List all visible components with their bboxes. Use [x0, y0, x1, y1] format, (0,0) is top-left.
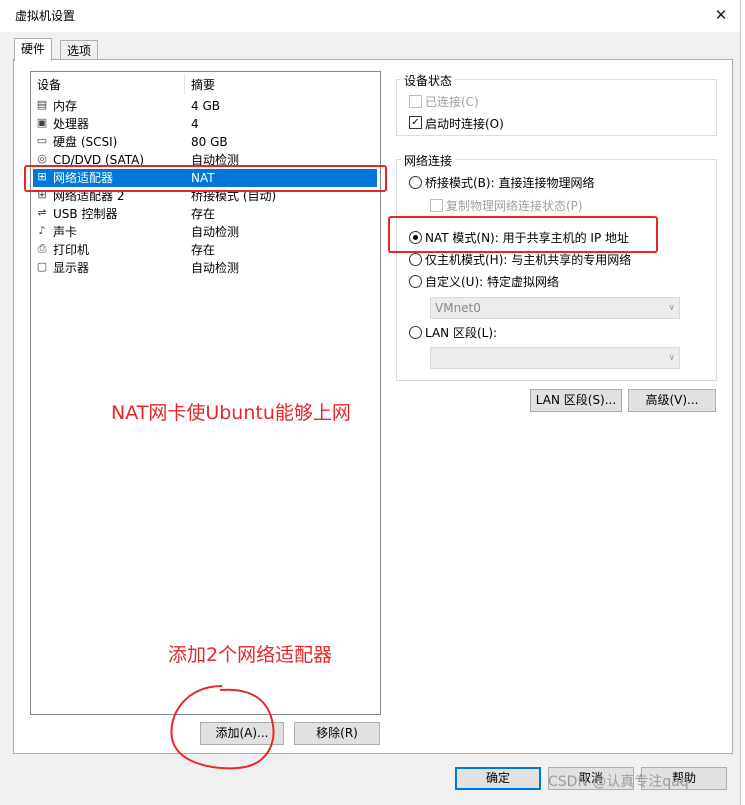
- custom-network-value: VMnet0: [435, 301, 481, 315]
- nat-annotation-text: NAT网卡使Ubuntu能够上网: [111, 402, 351, 424]
- usb-icon: ⇌: [37, 206, 47, 219]
- replicate-state-label: 复制物理网络连接状态(P): [446, 199, 583, 213]
- nat-mode-highlight: [388, 216, 658, 253]
- cdrom-icon: ◎: [37, 152, 47, 165]
- device-name: 处理器: [53, 117, 90, 131]
- chevron-down-icon: ∨: [668, 303, 675, 313]
- custom-network-select[interactable]: VMnet0 ∨: [430, 297, 680, 319]
- device-summary: 80 GB: [191, 135, 228, 149]
- device-name: 声卡: [53, 225, 78, 239]
- device-row-memory[interactable]: ▤ 内存 4 GB: [33, 97, 377, 115]
- device-summary: 自动检测: [191, 261, 240, 275]
- memory-icon: ▤: [36, 98, 48, 111]
- connect-at-power-on-label: 启动时连接(O): [425, 117, 504, 131]
- chevron-down-icon: ∨: [668, 353, 675, 363]
- bridged-label: 桥接模式(B): 直接连接物理网络: [425, 176, 595, 190]
- column-header-summary[interactable]: 摘要: [191, 76, 215, 93]
- custom-radio[interactable]: [409, 275, 422, 288]
- add-annotation-text: 添加2个网络适配器: [168, 644, 333, 666]
- device-status-title: 设备状态: [401, 72, 456, 89]
- device-row-sound[interactable]: ♪ 声卡 自动检测: [33, 223, 377, 241]
- network-connection-title: 网络连接: [401, 152, 456, 169]
- printer-icon: ⎙: [37, 242, 47, 255]
- title-bar: 虚拟机设置 ✕: [0, 0, 740, 32]
- connect-at-power-on-checkbox[interactable]: ✓: [409, 116, 422, 129]
- lan-segment-radio[interactable]: [409, 326, 422, 339]
- connected-checkbox[interactable]: [409, 95, 422, 108]
- processor-icon: ▣: [36, 116, 48, 129]
- remove-button[interactable]: 移除(R): [294, 722, 380, 745]
- lan-segment-select[interactable]: ∨: [430, 347, 680, 369]
- device-name: 硬盘 (SCSI): [53, 135, 118, 149]
- device-summary: 4 GB: [191, 99, 220, 113]
- device-name: 内存: [53, 99, 78, 113]
- bridged-radio[interactable]: [409, 176, 422, 189]
- tab-hardware[interactable]: 硬件: [14, 38, 53, 61]
- connected-label: 已连接(C): [425, 95, 479, 109]
- ok-button[interactable]: 确定: [455, 767, 541, 790]
- column-header-device[interactable]: 设备: [37, 76, 61, 93]
- device-row-processor[interactable]: ▣ 处理器 4: [33, 115, 377, 133]
- close-icon[interactable]: ✕: [708, 4, 734, 26]
- device-summary: 自动检测: [191, 225, 240, 239]
- column-divider[interactable]: [184, 74, 185, 94]
- device-name: USB 控制器: [53, 207, 118, 221]
- tab-options[interactable]: 选项: [60, 40, 99, 61]
- device-row-usb[interactable]: ⇌ USB 控制器 存在: [33, 205, 377, 223]
- sound-icon: ♪: [38, 224, 46, 237]
- watermark: CSDN @认真专注qaq: [548, 774, 689, 790]
- network-adapter-highlight: [24, 165, 387, 192]
- host-only-radio[interactable]: [409, 253, 422, 266]
- device-name: 打印机: [53, 243, 90, 257]
- disk-icon: ▭: [36, 134, 48, 147]
- display-icon: ▢: [36, 260, 48, 273]
- custom-label: 自定义(U): 特定虚拟网络: [425, 275, 560, 289]
- device-row-printer[interactable]: ⎙ 打印机 存在: [33, 241, 377, 259]
- lan-segments-button[interactable]: LAN 区段(S)...: [530, 389, 622, 412]
- device-row-display[interactable]: ▢ 显示器 自动检测: [33, 259, 377, 277]
- device-summary: 存在: [191, 243, 216, 257]
- lan-segment-label: LAN 区段(L):: [425, 326, 498, 340]
- window-title: 虚拟机设置: [15, 9, 76, 23]
- device-summary: 存在: [191, 207, 216, 221]
- advanced-button[interactable]: 高级(V)...: [628, 389, 716, 412]
- host-only-label: 仅主机模式(H): 与主机共享的专用网络: [425, 253, 632, 267]
- device-summary: 4: [191, 117, 199, 131]
- add-button-circle: [170, 685, 275, 770]
- replicate-state-checkbox[interactable]: [430, 199, 443, 212]
- device-name: 显示器: [53, 261, 90, 275]
- device-row-disk[interactable]: ▭ 硬盘 (SCSI) 80 GB: [33, 133, 377, 151]
